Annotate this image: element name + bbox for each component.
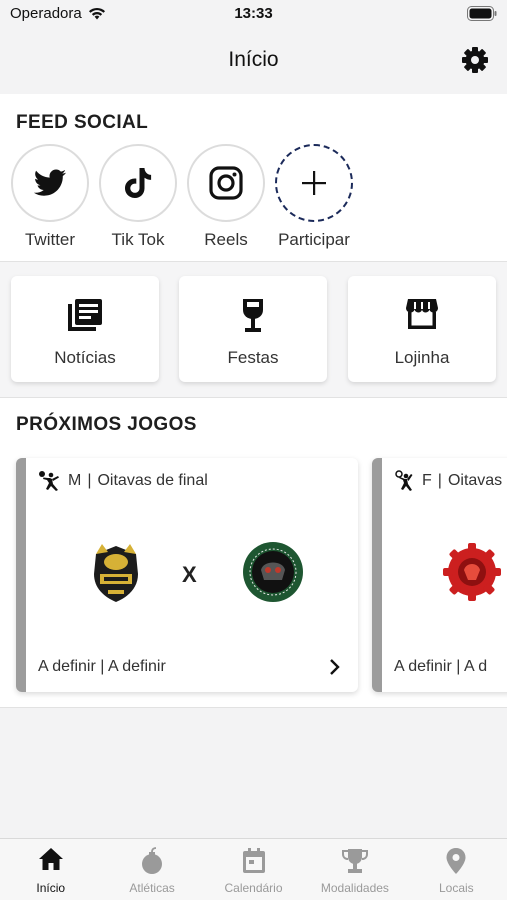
- tab-locais[interactable]: Locais: [406, 839, 507, 900]
- feed-social-title: FEED SOCIAL: [16, 112, 149, 133]
- game-phase: Oitavas: [447, 472, 503, 489]
- news-icon: [68, 299, 102, 331]
- tab-label: Início: [36, 881, 66, 895]
- gear-icon[interactable]: [461, 46, 489, 74]
- game-footer: A definir | A d: [394, 658, 487, 676]
- volleyball-player-icon: [395, 470, 413, 491]
- quick-card-lojinha[interactable]: Lojinha: [348, 276, 496, 382]
- handball-player-icon: [39, 471, 59, 491]
- separator: |: [87, 472, 92, 489]
- bomb-icon: [142, 847, 163, 874]
- game-gender: M: [68, 472, 82, 489]
- game-card[interactable]: M | Oitavas de final X A definir | A def…: [16, 458, 358, 692]
- navigation-bar: Início: [0, 28, 507, 94]
- game-gender: F: [422, 472, 432, 489]
- social-links: Twitter Tik Tok Reels Participar: [0, 144, 507, 254]
- store-icon: [406, 299, 438, 329]
- tab-label: Calendário: [224, 881, 283, 895]
- calendar-icon: [242, 848, 265, 873]
- trophy-icon: [341, 849, 368, 873]
- quick-card-noticias[interactable]: Notícias: [11, 276, 159, 382]
- tab-inicio[interactable]: Início: [0, 839, 101, 900]
- game-card[interactable]: F | Oitavas A definir | A d: [372, 458, 507, 692]
- game-location: A definir: [107, 658, 166, 675]
- game-date: A definir: [394, 658, 452, 675]
- twitter-icon: [33, 169, 66, 196]
- team-logo-away: [243, 542, 303, 602]
- game-location: A d: [463, 658, 488, 675]
- game-date: A definir: [38, 658, 96, 675]
- tab-calendario[interactable]: Calendário: [203, 839, 304, 900]
- quick-card-label: Lojinha: [394, 348, 450, 367]
- tab-label: Atléticas: [129, 881, 175, 895]
- separator: |: [456, 658, 461, 675]
- proximos-jogos-section: PRÓXIMOS JOGOS M | Oitavas de final X A …: [0, 398, 507, 708]
- battery-icon: [467, 6, 497, 21]
- proximos-jogos-title: PRÓXIMOS JOGOS: [16, 414, 197, 435]
- instagram-icon: [209, 166, 243, 200]
- wine-glass-icon: [243, 299, 263, 332]
- status-bar: Operadora 13:33: [0, 0, 507, 28]
- social-circle: [11, 144, 89, 222]
- game-phase: Oitavas de final: [97, 472, 208, 489]
- tiktok-icon: [125, 168, 152, 198]
- home-icon: [38, 848, 63, 870]
- social-item-reels[interactable]: Reels: [181, 144, 271, 250]
- card-stripe: [16, 458, 26, 692]
- separator: |: [100, 658, 105, 675]
- social-circle: [99, 144, 177, 222]
- card-stripe: [372, 458, 382, 692]
- social-label: Participar: [278, 230, 350, 249]
- team-logo-home: [94, 544, 138, 602]
- location-pin-icon: [446, 848, 466, 874]
- social-label: Reels: [204, 230, 248, 249]
- social-item-tiktok[interactable]: Tik Tok: [93, 144, 183, 250]
- content-empty-area: [0, 708, 507, 838]
- social-circle: [275, 144, 353, 222]
- chevron-right-icon: [330, 659, 340, 675]
- game-footer: A definir | A definir: [38, 658, 166, 676]
- separator: |: [437, 472, 442, 489]
- quick-card-label: Festas: [227, 348, 279, 367]
- social-item-participar[interactable]: Participar: [269, 144, 359, 250]
- team-logo-home: [443, 543, 501, 601]
- tab-bar: Início Atléticas Calendário Modalidades …: [0, 838, 507, 900]
- feed-social-section: FEED SOCIAL Twitter Tik Tok Reels Partic…: [0, 94, 507, 262]
- social-label: Tik Tok: [111, 230, 165, 249]
- social-item-twitter[interactable]: Twitter: [5, 144, 95, 250]
- plus-icon: [302, 171, 326, 195]
- quick-card-label: Notícias: [54, 348, 116, 367]
- social-label: Twitter: [24, 230, 76, 249]
- page-title: Início: [228, 48, 279, 71]
- quick-links: Notícias Festas Lojinha: [0, 262, 507, 398]
- tab-modalidades[interactable]: Modalidades: [304, 839, 405, 900]
- game-header: M | Oitavas de final: [38, 470, 208, 492]
- social-circle: [187, 144, 265, 222]
- quick-card-festas[interactable]: Festas: [179, 276, 327, 382]
- tab-label: Modalidades: [320, 881, 389, 895]
- tab-atleticas[interactable]: Atléticas: [101, 839, 202, 900]
- tab-label: Locais: [438, 881, 474, 895]
- game-header: F | Oitavas: [394, 470, 502, 492]
- status-time: 13:33: [234, 5, 273, 22]
- versus-label: X: [182, 562, 197, 587]
